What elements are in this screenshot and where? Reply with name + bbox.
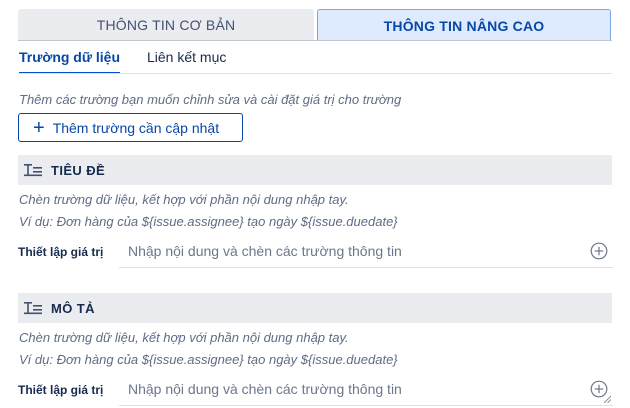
plus-icon: +	[33, 116, 45, 139]
section-header-title: TIÊU ĐỀ	[18, 155, 612, 185]
section-example: Ví dụ: Đơn hàng của ${issue.assignee} tạ…	[19, 214, 398, 229]
add-field-button-label: Thêm trường cần cập nhật	[52, 119, 220, 136]
text-field-icon	[24, 164, 42, 177]
intro-text: Thêm các trường bạn muốn chỉnh sửa và cà…	[19, 92, 402, 107]
text-field-icon	[24, 302, 42, 315]
add-circle-icon[interactable]	[590, 242, 608, 260]
resize-handle-icon[interactable]	[603, 395, 611, 403]
input-placeholder: Nhập nội dung và chèn các trường thông t…	[128, 381, 402, 397]
subtab-divider	[18, 73, 612, 74]
field-label: Thiết lập giá trị	[18, 383, 104, 397]
sub-tabs: Trường dữ liệu Liên kết mục	[18, 44, 612, 74]
section-example: Ví dụ: Đơn hàng của ${issue.assignee} tạ…	[19, 352, 398, 367]
tab-advanced-info[interactable]: THÔNG TIN NÂNG CAO	[317, 9, 611, 41]
add-field-button[interactable]: + Thêm trường cần cập nhật	[18, 113, 243, 142]
subtab-data-fields[interactable]: Trường dữ liệu	[19, 44, 121, 74]
title-value-input[interactable]: Nhập nội dung và chèn các trường thông t…	[119, 236, 613, 268]
section-hint: Chèn trường dữ liệu, kết hợp với phần nộ…	[19, 192, 349, 207]
subtab-item-links[interactable]: Liên kết mục	[147, 44, 226, 74]
section-header-description: MÔ TẢ	[18, 293, 612, 323]
input-placeholder: Nhập nội dung và chèn các trường thông t…	[128, 243, 402, 259]
section-title: MÔ TẢ	[51, 300, 95, 316]
field-label: Thiết lập giá trị	[18, 245, 104, 259]
section-hint: Chèn trường dữ liệu, kết hợp với phần nộ…	[19, 330, 349, 345]
tab-basic-info[interactable]: THÔNG TIN CƠ BẢN	[18, 9, 314, 41]
description-value-input[interactable]: Nhập nội dung và chèn các trường thông t…	[119, 374, 613, 406]
top-tabs: THÔNG TIN CƠ BẢN THÔNG TIN NÂNG CAO	[18, 9, 612, 41]
section-title: TIÊU ĐỀ	[51, 162, 106, 178]
tab-divider	[18, 40, 612, 41]
